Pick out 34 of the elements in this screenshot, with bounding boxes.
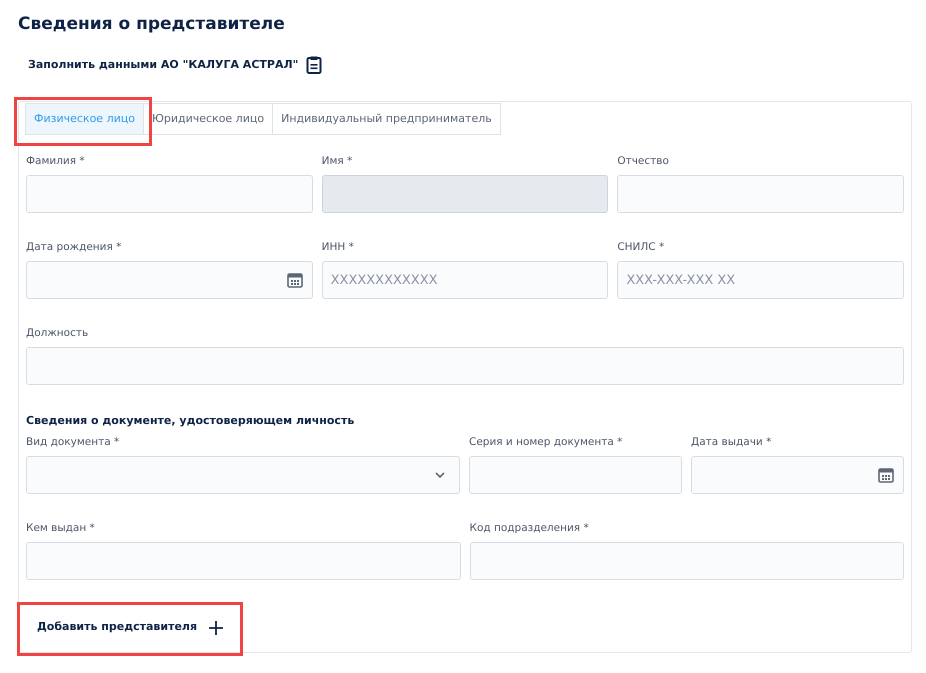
input-field[interactable]: [26, 347, 904, 385]
field-label: Должность: [26, 327, 90, 340]
add-representative-button[interactable]: Добавить представителя: [31, 608, 230, 648]
page-title: Сведения о представителе: [18, 13, 286, 36]
field-label: Вид документа *: [26, 436, 120, 448]
input-field[interactable]: [26, 542, 460, 580]
field-label: ИНН *: [322, 241, 355, 254]
field-label: Фамилия *: [26, 155, 86, 168]
tab[interactable]: Юридическое лицо: [142, 103, 274, 135]
date-field[interactable]: [691, 456, 904, 494]
input-field[interactable]: [617, 175, 904, 213]
field-label: Код подразделения *: [470, 522, 590, 534]
chevron-down-icon[interactable]: [435, 472, 445, 478]
calendar-icon[interactable]: [878, 466, 894, 482]
field-label: СНИЛС *: [617, 241, 666, 254]
input-field[interactable]: XXX-XXX-XXX XX: [617, 261, 904, 299]
field-label: Кем выдан *: [26, 522, 96, 534]
field-label: Серия и номер документа *: [469, 436, 624, 448]
clipboard-icon[interactable]: [306, 56, 322, 74]
date-field[interactable]: [26, 261, 313, 299]
tab[interactable]: Индивидуальный предприниматель: [272, 103, 501, 135]
field-label: Дата рождения *: [26, 241, 122, 254]
input-field[interactable]: XXXXXXXXXXXX: [322, 261, 608, 299]
input-field[interactable]: [470, 542, 904, 580]
field-label: Отчество: [617, 155, 670, 168]
plus-icon: [209, 620, 224, 634]
calendar-icon[interactable]: [286, 272, 303, 288]
field-label: Дата выдачи *: [691, 436, 772, 448]
select-field[interactable]: [26, 456, 460, 494]
input-field[interactable]: [469, 456, 682, 494]
section-heading: Сведения о документе, удостоверяющем личность: [26, 413, 356, 429]
field-label: Имя *: [322, 155, 354, 168]
input-field[interactable]: [26, 175, 313, 213]
fill-data-link[interactable]: Заполнить данными АО "КАЛУГА АСТРАЛ": [28, 56, 298, 74]
